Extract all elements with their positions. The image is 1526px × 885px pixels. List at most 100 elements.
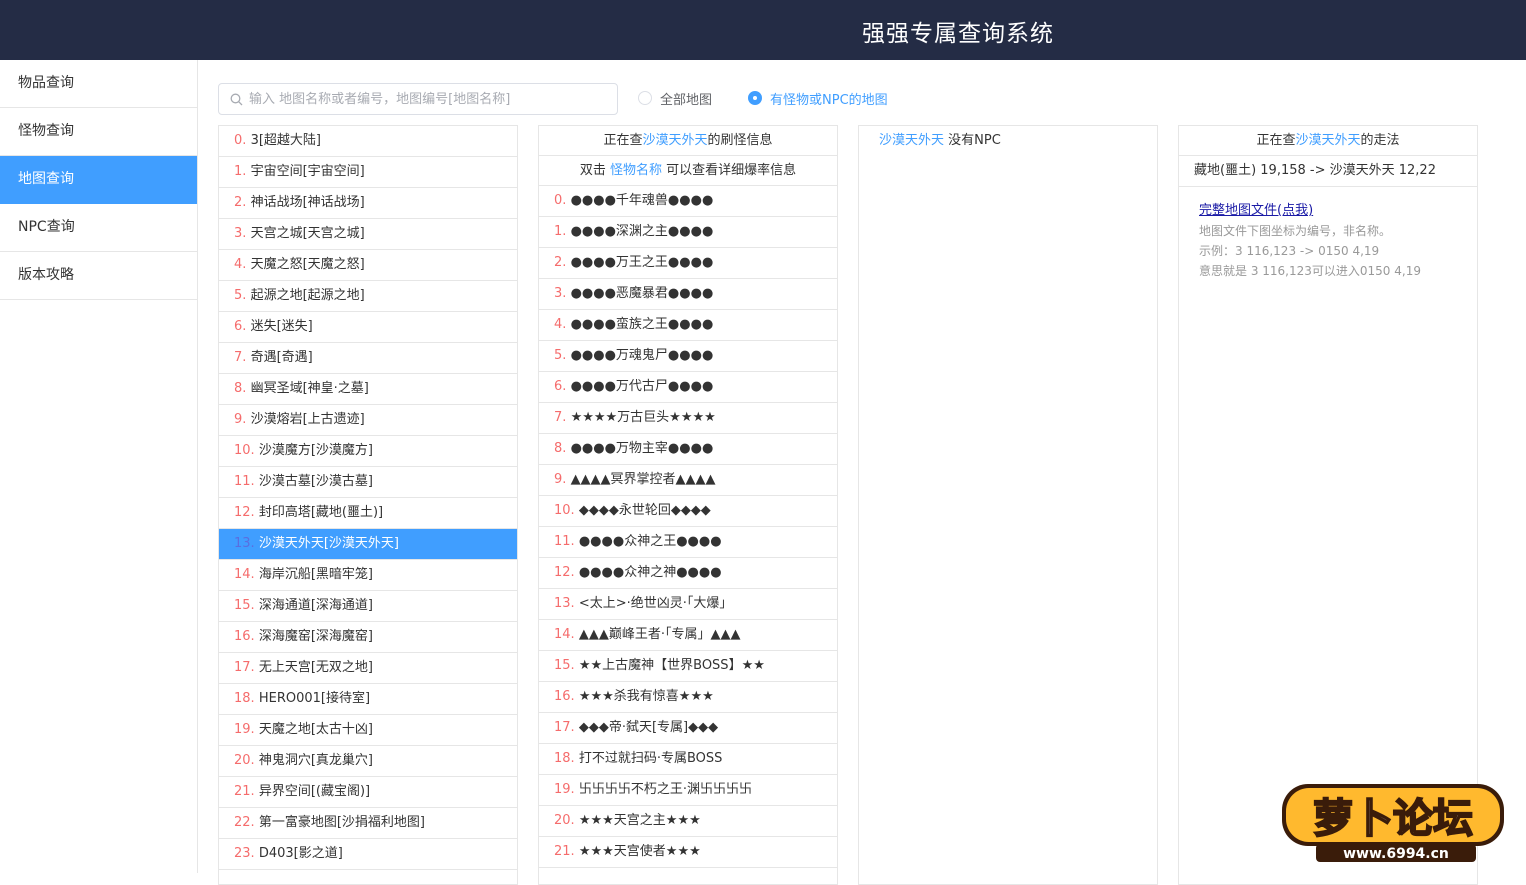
monster-list-item[interactable]: 15. ★★上古魔神【世界BOSS】★★	[539, 651, 837, 682]
index-dot: .	[562, 286, 567, 301]
monster-name: ●●●●万代古尸●●●●	[570, 379, 714, 394]
map-list-item[interactable]: 18. HERO001[接待室]	[219, 684, 517, 715]
index-dot: .	[570, 813, 575, 828]
sidebar-item-item-query[interactable]: 物品查询	[0, 60, 197, 108]
monster-list-item[interactable]: 4. ●●●●蛮族之王●●●●	[539, 310, 837, 341]
map-list-item[interactable]: 20. 神鬼洞穴[真龙巢穴]	[219, 746, 517, 777]
radio-all-maps[interactable]: 全部地图	[638, 89, 712, 108]
item-index: 22	[234, 815, 251, 830]
index-dot: .	[562, 441, 567, 456]
map-name: 沙漠天外天[沙漠天外天]	[258, 536, 399, 551]
map-list-item[interactable]: 21. 异界空间[(藏宝阁)]	[219, 777, 517, 808]
monster-list-item[interactable]: 16. ★★★杀我有惊喜★★★	[539, 682, 837, 713]
item-index: 10	[554, 503, 571, 518]
monster-list-item[interactable]: 0. ●●●●千年魂兽●●●●	[539, 186, 837, 217]
map-list-item[interactable]: 22. 第一富豪地图[沙捐福利地图]	[219, 808, 517, 839]
map-list-item[interactable]: 7. 奇遇[奇遇]	[219, 343, 517, 374]
index-dot: .	[242, 226, 247, 241]
map-list-item[interactable]: 8. 幽冥圣域[神皇·之墓]	[219, 374, 517, 405]
item-index: 20	[234, 753, 251, 768]
map-name: 沙漠古墓[沙漠古墓]	[258, 474, 373, 489]
map-name: 深海魔窑[深海魔窑]	[258, 629, 373, 644]
map-list-item[interactable]: 19. 天魔之地[太古十凶]	[219, 715, 517, 746]
full-map-file-link[interactable]: 完整地图文件(点我)	[1199, 201, 1477, 221]
map-name: 宇宙空间[宇宙空间]	[250, 164, 365, 179]
monster-panel-header: 正在查沙漠天外天的刷怪信息	[539, 126, 837, 156]
npc-map-name[interactable]: 沙漠天外天	[879, 133, 944, 148]
monster-name: <太上>·绝世凶灵·「大爆」	[578, 596, 733, 611]
monster-list-item[interactable]: 17. ◆◆◆帝·弑天[专属]◆◆◆	[539, 713, 837, 744]
map-list-item[interactable]: 9. 沙漠熔岩[上古遗迹]	[219, 405, 517, 436]
index-dot: .	[242, 350, 247, 365]
item-index: 15	[234, 598, 251, 613]
map-list-item[interactable]: 14. 海岸沉船[黑暗牢笼]	[219, 560, 517, 591]
index-dot: .	[250, 660, 255, 675]
sidebar-item-monster-query[interactable]: 怪物查询	[0, 108, 197, 156]
map-name: 异界空间[(藏宝阁)]	[258, 784, 371, 799]
map-list-item[interactable]: 15. 深海通道[深海通道]	[219, 591, 517, 622]
monster-list-item[interactable]: 5. ●●●●万魂鬼尸●●●●	[539, 341, 837, 372]
map-name: 天宫之城[天宫之城]	[250, 226, 365, 241]
map-list-item[interactable]: 23. D403[影之道]	[219, 839, 517, 870]
index-dot: .	[570, 689, 575, 704]
map-name: HERO001[接待室]	[258, 691, 371, 706]
index-dot: .	[250, 567, 255, 582]
radio-maps-with-monsters[interactable]: 有怪物或NPC的地图	[748, 89, 888, 108]
index-dot: .	[242, 195, 247, 210]
radio-checked-icon	[748, 91, 762, 105]
map-list-item[interactable]: 4. 天魔之怒[天魔之怒]	[219, 250, 517, 281]
item-index: 18	[234, 691, 251, 706]
monster-list-item[interactable]: 8. ●●●●万物主宰●●●●	[539, 434, 837, 465]
map-list-item[interactable]: 11. 沙漠古墓[沙漠古墓]	[219, 467, 517, 498]
sidebar-item-map-query[interactable]: 地图查询	[0, 156, 197, 204]
index-dot: .	[562, 379, 567, 394]
monster-list-item[interactable]: 3. ●●●●恶魔暴君●●●●	[539, 279, 837, 310]
monster-list-item[interactable]: 10. ◆◆◆◆永世轮回◆◆◆◆	[539, 496, 837, 527]
monster-list-item[interactable]: 21. ★★★天宫使者★★★	[539, 837, 837, 868]
monster-name: ●●●●众神之王●●●●	[578, 534, 722, 549]
map-list-item[interactable]: 17. 无上天宫[无双之地]	[219, 653, 517, 684]
monster-list-item[interactable]: 2. ●●●●万王之王●●●●	[539, 248, 837, 279]
route-line: 藏地(噩土) 19,158 -> 沙漠天外天 12,22	[1179, 156, 1477, 187]
map-list-item[interactable]: 5. 起源之地[起源之地]	[219, 281, 517, 312]
index-dot: .	[562, 348, 567, 363]
app-title: 强强专属查询系统	[862, 21, 1054, 47]
monster-list-item[interactable]: 18. 打不过就扫码·专属BOSS	[539, 744, 837, 775]
monster-list-item[interactable]: 7. ★★★★万古巨头★★★★	[539, 403, 837, 434]
monster-list-item[interactable]: 13. <太上>·绝世凶灵·「大爆」	[539, 589, 837, 620]
search-input[interactable]	[249, 88, 609, 110]
monster-name: ●●●●千年魂兽●●●●	[570, 193, 714, 208]
item-index: 12	[234, 505, 251, 520]
monster-list-item[interactable]: 6. ●●●●万代古尸●●●●	[539, 372, 837, 403]
map-name: 天魔之怒[天魔之怒]	[250, 257, 365, 272]
map-list-item[interactable]: 10. 沙漠魔方[沙漠魔方]	[219, 436, 517, 467]
map-list-item[interactable]: 12. 封印高塔[藏地(噩土)]	[219, 498, 517, 529]
monster-list-item[interactable]: 20. ★★★天宫之主★★★	[539, 806, 837, 837]
map-list-item[interactable]: 2. 神话战场[神话战场]	[219, 188, 517, 219]
monster-list-item[interactable]: 19. 卐卐卐卐不朽之王·渊卐卐卐卐	[539, 775, 837, 806]
sidebar-item-version-guide[interactable]: 版本攻略	[0, 252, 197, 300]
map-list-panel: 0. 3[超越大陆] 1. 宇宙空间[宇宙空间] 2. 神话战场[神话战场] 3. 天…	[218, 125, 518, 885]
index-dot: .	[562, 224, 567, 239]
map-list-item[interactable]: 3. 天宫之城[天宫之城]	[219, 219, 517, 250]
npc-status-text: 没有NPC	[948, 133, 1001, 148]
index-dot: .	[242, 381, 247, 396]
radio-circle-icon	[638, 91, 652, 105]
sidebar-item-npc-query[interactable]: NPC查询	[0, 204, 197, 252]
index-dot: .	[570, 565, 575, 580]
map-name: 沙漠熔岩[上古遗迹]	[250, 412, 365, 427]
map-list-item[interactable]: 16. 深海魔窑[深海魔窑]	[219, 622, 517, 653]
map-list-item[interactable]: 0. 3[超越大陆]	[219, 126, 517, 157]
map-name: 神话战场[神话战场]	[250, 195, 365, 210]
search-box[interactable]	[218, 83, 618, 115]
map-list-item[interactable]: 1. 宇宙空间[宇宙空间]	[219, 157, 517, 188]
item-index: 19	[234, 722, 251, 737]
monster-list-item[interactable]: 14. ▲▲▲巅峰王者·「专属」▲▲▲	[539, 620, 837, 651]
monster-list-item[interactable]: 11. ●●●●众神之王●●●●	[539, 527, 837, 558]
item-index: 12	[554, 565, 571, 580]
monster-list-item[interactable]: 12. ●●●●众神之神●●●●	[539, 558, 837, 589]
monster-list-item[interactable]: 1. ●●●●深渊之主●●●●	[539, 217, 837, 248]
monster-list-item[interactable]: 9. ▲▲▲▲冥界掌控者▲▲▲▲	[539, 465, 837, 496]
map-list-item[interactable]: 13. 沙漠天外天[沙漠天外天]	[219, 529, 517, 560]
map-list-item[interactable]: 6. 迷失[迷失]	[219, 312, 517, 343]
